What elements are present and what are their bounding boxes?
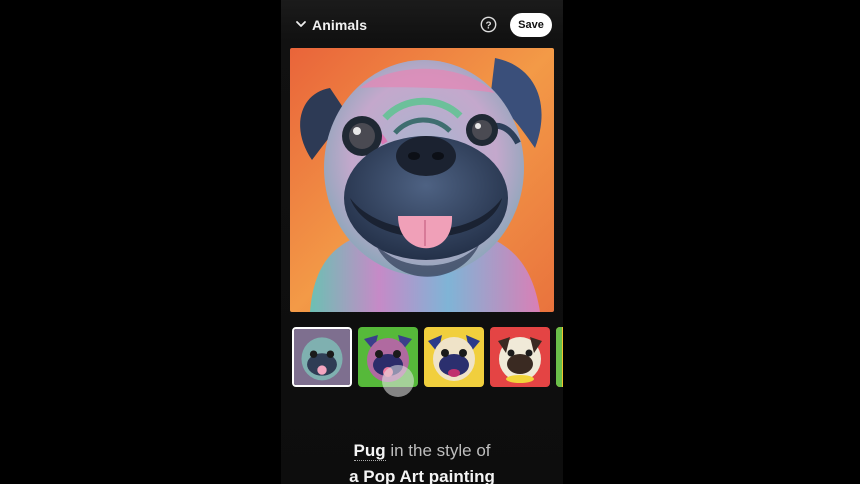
thumbnail-4[interactable] [490, 327, 550, 387]
pug-thumbnail-image [556, 327, 563, 387]
touch-indicator [382, 365, 414, 397]
category-title[interactable]: Animals [312, 17, 367, 33]
top-bar: Animals ? Save [281, 0, 563, 50]
chevron-down-icon[interactable] [294, 17, 308, 31]
svg-text:?: ? [485, 20, 491, 31]
app-screen: Animals ? Save Pug in the style of a Pop… [281, 0, 563, 484]
pug-thumbnail-image [424, 327, 484, 387]
pug-thumbnail-image [490, 327, 550, 387]
thumbnail-3[interactable] [424, 327, 484, 387]
generated-image[interactable] [290, 48, 554, 312]
variation-strip [292, 327, 563, 389]
pug-artwork [290, 48, 554, 312]
prompt-text: Pug in the style of a Pop Art painting [281, 438, 563, 484]
question-circle-icon[interactable]: ? [480, 16, 497, 33]
prompt-connector: in the style of [385, 441, 491, 460]
prompt-subject[interactable]: Pug [353, 441, 386, 461]
save-button[interactable]: Save [510, 13, 552, 37]
pug-thumbnail-image [294, 329, 350, 385]
thumbnail-1[interactable] [292, 327, 352, 387]
thumbnail-5[interactable] [556, 327, 563, 387]
prompt-style[interactable]: a Pop Art painting [281, 464, 563, 484]
